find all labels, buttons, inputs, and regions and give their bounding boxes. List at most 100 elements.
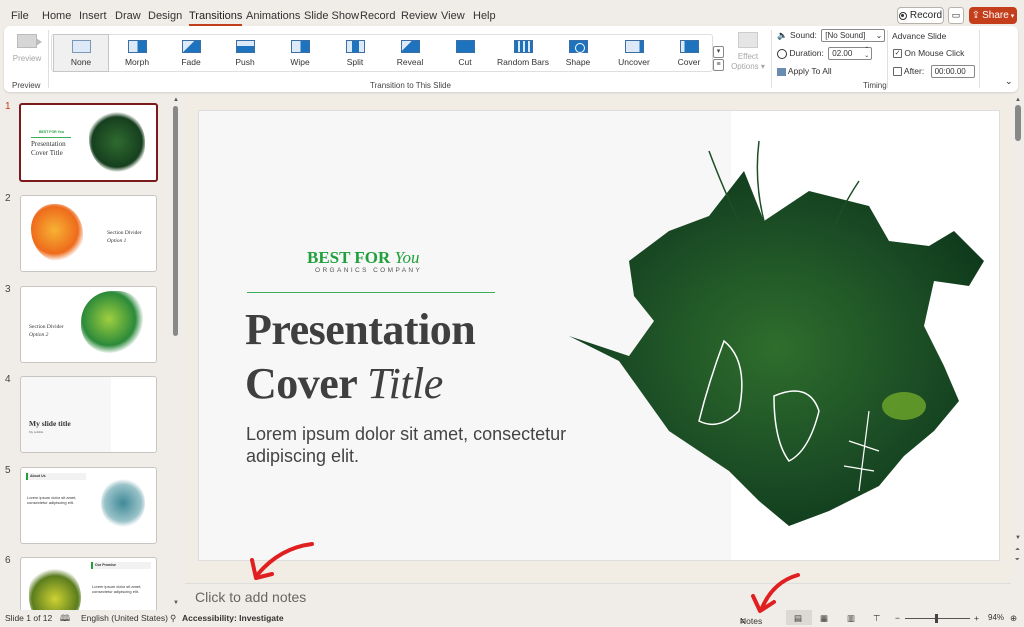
gallery-down-button[interactable]: ▾ [713,46,724,58]
split-icon [345,40,365,53]
zoom-slider-thumb[interactable] [934,614,938,623]
speaker-icon: 🔈 [777,29,788,40]
brand-logo: BEST FOR You [307,248,419,268]
transition-cut[interactable]: Cut [437,35,493,73]
effect-options-button[interactable]: Effect Options ▾ [731,32,765,72]
on-mouse-click-label: On Mouse Click [904,48,965,58]
transition-label: Reveal [396,57,424,67]
apply-all-label: Apply To All [787,66,832,76]
record-button[interactable]: Record [897,7,944,24]
zoom-out-button[interactable]: − [895,613,900,623]
divider [979,30,980,88]
slide-thumbnail-2[interactable]: Section Divider Option 1 [20,195,157,272]
tab-design[interactable]: Design [148,10,182,22]
after-input[interactable]: 00:00.00 [930,65,975,78]
thumb-title: Section Divider [107,230,142,236]
share-icon: ⇪ [971,10,981,21]
scroll-up-icon[interactable]: ▲ [173,97,179,103]
scroll-down-icon[interactable]: ▼ [1015,535,1021,541]
tab-draw[interactable]: Draw [115,10,141,22]
on-mouse-click-checkbox[interactable]: ✓ [893,49,902,59]
slide-thumbnail-4[interactable]: My slide title My subtitle [20,376,157,453]
tab-help[interactable]: Help [473,10,496,22]
notes-pane[interactable]: Click to add notes [185,583,1011,609]
transition-label: Morph [124,57,150,67]
tab-review[interactable]: Review [401,10,437,22]
collapse-ribbon-icon[interactable]: ⌄ [1005,76,1013,87]
tab-home[interactable]: Home [42,10,71,22]
shape-icon [568,40,588,53]
tab-animations[interactable]: Animations [246,10,300,22]
tab-record[interactable]: Record [360,10,395,22]
slide-thumbnail-1[interactable]: BEST FOR You Presentation Cover Title [19,103,158,182]
slide-title-line2[interactable]: Cover Title [245,358,443,409]
preview-label: Preview [12,54,42,63]
thumbnails-scrollbar[interactable]: ▲ ▼ [171,95,180,610]
record-icon [898,11,907,20]
sound-dropdown[interactable]: [No Sound] ⌄ [821,29,886,42]
divider [48,30,49,88]
slide-body-text[interactable]: Lorem ipsum dolor sit amet, consectetur … [246,423,606,467]
slide-show-button[interactable]: ⊤ [873,613,880,624]
slide-scrollbar[interactable]: ▲ ▼ ⏶ ⏷ [1013,95,1023,583]
thumb-brand: BEST FOR You [39,130,64,134]
transition-cover[interactable]: Cover [661,35,717,73]
transition-random-bars[interactable]: Random Bars [492,35,554,73]
notes-placeholder[interactable]: Click to add notes [195,589,306,605]
tab-view[interactable]: View [441,10,465,22]
slide-editor: BEST FOR You ORGANICS COMPANY Presentati… [185,95,1011,583]
scroll-thumb[interactable] [1015,105,1021,141]
scroll-up-icon[interactable]: ▲ [1015,97,1021,103]
tab-insert[interactable]: Insert [79,10,107,22]
tab-file[interactable]: File [11,10,29,22]
slide-canvas[interactable]: BEST FOR You ORGANICS COMPANY Presentati… [198,110,1000,561]
thumb-number: 1 [5,101,11,112]
transition-uncover[interactable]: Uncover [606,35,662,73]
transition-none[interactable]: None [53,34,109,72]
thumb-number: 5 [5,465,11,476]
transition-label: None [70,57,92,67]
reading-view-button[interactable]: ▥ [847,613,855,624]
transition-morph[interactable]: Morph [109,35,165,73]
gallery-more-button[interactable]: ≡ [713,59,724,71]
comments-button[interactable]: ▭ [948,7,964,24]
zoom-in-button[interactable]: + [974,613,979,623]
language-label[interactable]: English (United States) [81,613,168,623]
accessibility-status[interactable]: Accessibility: Investigate [182,613,284,623]
slide-title-line1[interactable]: Presentation [245,304,476,355]
transition-push[interactable]: Push [217,35,273,73]
preview-button[interactable]: Preview [8,32,46,72]
transition-shape[interactable]: Shape [550,35,606,73]
comment-icon: ▭ [951,10,961,20]
timing-group-label: Timing [863,81,887,90]
slide-sorter-button[interactable]: ▦ [820,613,828,624]
normal-view-button[interactable]: ▤ [786,610,812,625]
tab-slide-show[interactable]: Slide Show [304,10,359,22]
divider-line [247,292,495,293]
duration-input[interactable]: 02.00 ⌃ ⌄ [828,47,873,60]
thumb-line [31,137,71,138]
tab-transitions[interactable]: Transitions [189,10,243,26]
zoom-level[interactable]: 94% [988,613,1004,622]
share-label: Share [982,10,1009,21]
next-slide-icon[interactable]: ⏷ [1015,557,1020,564]
thumb-title: Section Divider [29,324,64,330]
transition-reveal[interactable]: Reveal [382,35,438,73]
apply-all-button[interactable]: Apply To All [777,66,832,76]
fit-to-window-icon[interactable]: ⊕ [1010,613,1017,624]
slide-thumbnail-5[interactable]: About Us Lorem ipsum dolor sit amet, con… [20,467,157,544]
previous-slide-icon[interactable]: ⏶ [1015,547,1020,554]
after-checkbox[interactable] [893,67,902,76]
slide-thumbnail-6[interactable]: Our Promise Lorem ipsum dolor sit amet, … [20,557,157,610]
slide-counter[interactable]: Slide 1 of 12 [5,613,52,623]
thumb-subtitle: Option 2 [29,332,49,338]
transition-wipe[interactable]: Wipe [272,35,328,73]
transition-split[interactable]: Split [327,35,383,73]
scroll-down-icon[interactable]: ▼ [173,600,179,606]
scroll-thumb[interactable] [173,106,178,336]
share-button[interactable]: ⇪ Share ▾ [969,7,1017,24]
advance-slide-label: Advance Slide [892,31,947,41]
spinner-icon[interactable]: ⌃ ⌄ [864,47,869,59]
slide-thumbnail-3[interactable]: Section Divider Option 2 [20,286,157,363]
transition-fade[interactable]: Fade [163,35,219,73]
